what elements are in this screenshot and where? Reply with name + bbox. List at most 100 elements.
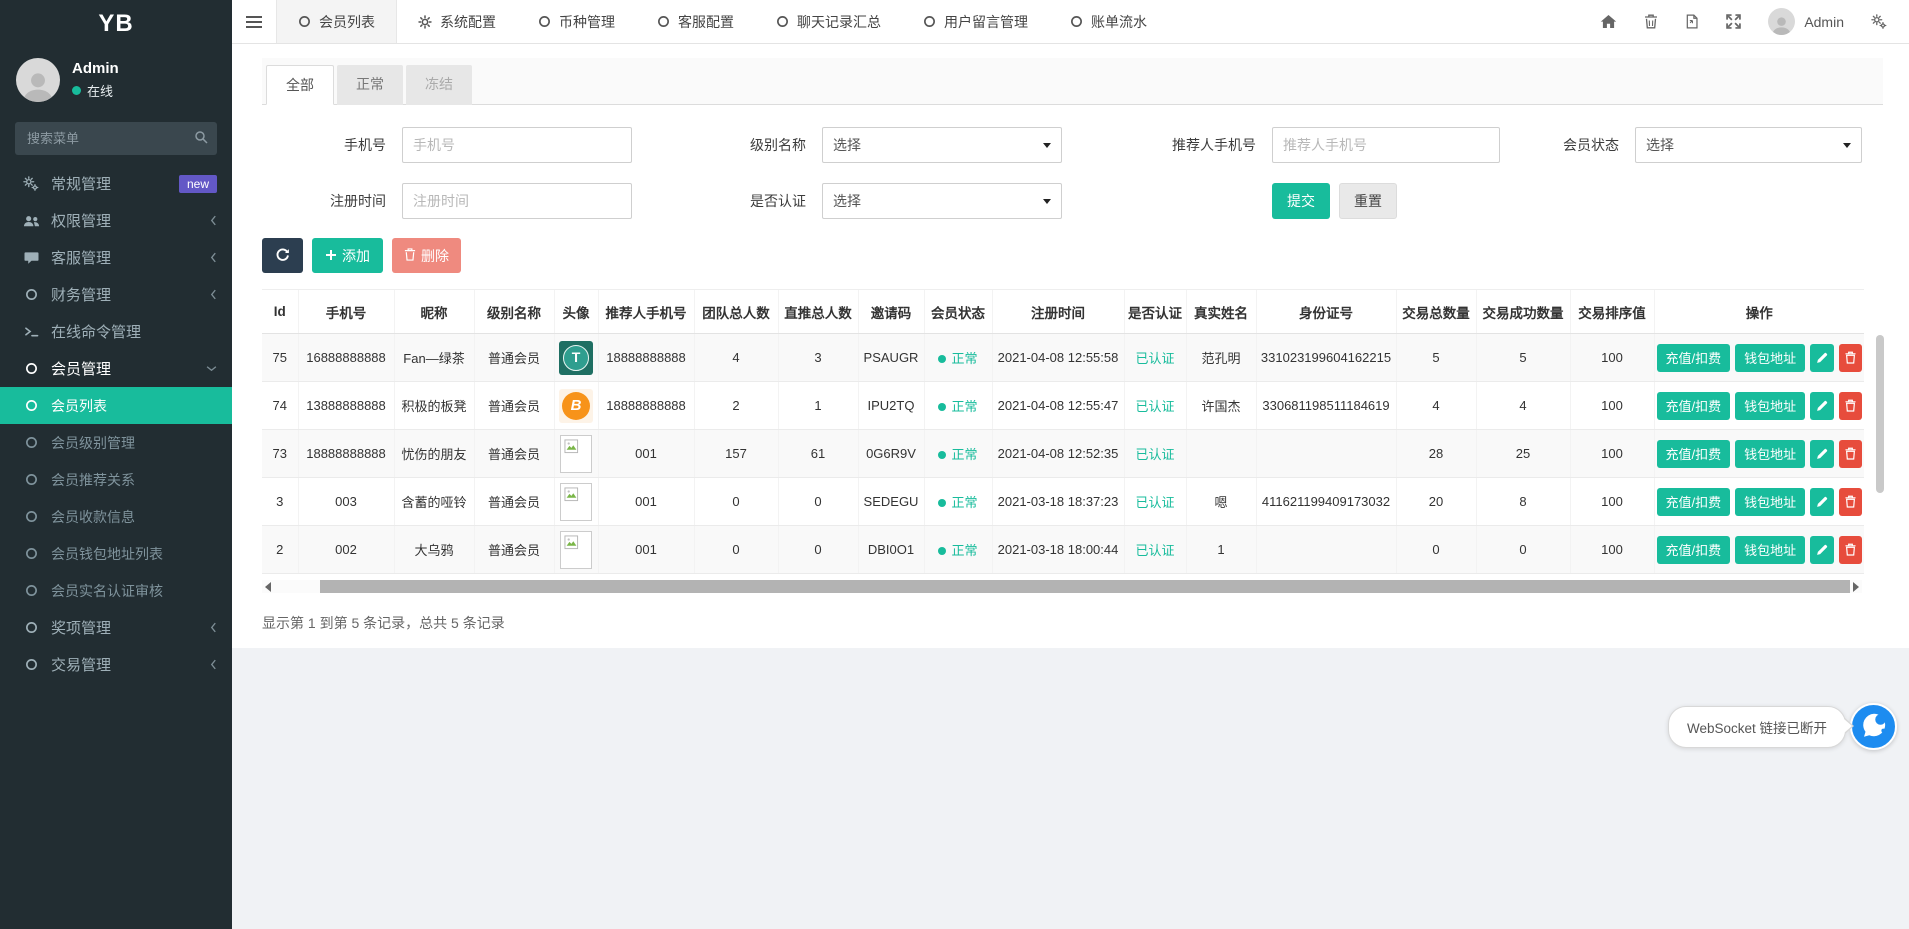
row-delete-button[interactable]: [1839, 392, 1862, 420]
trash-icon[interactable]: [1644, 14, 1658, 29]
navbar-user[interactable]: Admin: [1768, 8, 1844, 35]
sidebar-item-权限管理[interactable]: 权限管理: [0, 202, 232, 239]
recharge-deduct-button[interactable]: 充值/扣费: [1657, 536, 1731, 564]
col-nickname[interactable]: 昵称: [394, 290, 474, 334]
recharge-deduct-button[interactable]: 充值/扣费: [1657, 440, 1731, 468]
col-level[interactable]: 级别名称: [474, 290, 554, 334]
col-phone[interactable]: 手机号: [298, 290, 394, 334]
status-tab-冻结[interactable]: 冻结: [406, 65, 472, 105]
scroll-right-icon[interactable]: [1853, 582, 1859, 592]
edit-button[interactable]: [1810, 392, 1833, 420]
cell-reg_time: 2021-03-18 18:00:44: [992, 526, 1124, 574]
col-trade_sort[interactable]: 交易排序值: [1570, 290, 1654, 334]
sidebar-item-在线命令管理[interactable]: 在线命令管理: [0, 313, 232, 350]
col-verified[interactable]: 是否认证: [1124, 290, 1186, 334]
sidebar-item-交易管理[interactable]: 交易管理: [0, 646, 232, 683]
sidebar-subitem-会员推荐关系[interactable]: 会员推荐关系: [0, 461, 232, 498]
edit-button[interactable]: [1810, 536, 1833, 564]
row-delete-button[interactable]: [1839, 488, 1862, 516]
col-status[interactable]: 会员状态: [924, 290, 992, 334]
status-tab-全部[interactable]: 全部: [266, 65, 334, 105]
col-trade_ok[interactable]: 交易成功数量: [1476, 290, 1570, 334]
nav-tab-账单流水[interactable]: 账单流水: [1049, 0, 1168, 43]
sidebar-subitem-会员列表[interactable]: 会员列表: [0, 387, 232, 424]
col-id[interactable]: Id: [262, 290, 298, 334]
nav-tab-客服配置[interactable]: 客服配置: [636, 0, 755, 43]
cell-trade_total: 4: [1396, 382, 1476, 430]
sidebar-subitem-会员收款信息[interactable]: 会员收款信息: [0, 498, 232, 535]
chevron-left-icon: [210, 215, 217, 226]
nav-tab-会员列表[interactable]: 会员列表: [276, 0, 397, 43]
recharge-deduct-button[interactable]: 充值/扣费: [1657, 344, 1731, 372]
phone-input[interactable]: [402, 127, 632, 163]
scroll-left-icon[interactable]: [265, 582, 271, 592]
wallet-address-button[interactable]: 钱包地址: [1735, 344, 1805, 372]
recharge-deduct-button[interactable]: 充值/扣费: [1657, 488, 1731, 516]
sidebar-item-常规管理[interactable]: 常规管理new: [0, 165, 232, 202]
col-reg_time[interactable]: 注册时间: [992, 290, 1124, 334]
row-delete-button[interactable]: [1839, 344, 1862, 372]
verified-select[interactable]: 选择: [822, 183, 1062, 219]
sidebar-item-会员管理[interactable]: 会员管理: [0, 350, 232, 387]
horizontal-scrollbar[interactable]: [262, 580, 1862, 593]
wallet-address-button[interactable]: 钱包地址: [1735, 392, 1805, 420]
edit-button[interactable]: [1810, 488, 1833, 516]
col-id_card[interactable]: 身份证号: [1256, 290, 1396, 334]
col-avatar[interactable]: 头像: [554, 290, 598, 334]
col-trade_total[interactable]: 交易总数量: [1396, 290, 1476, 334]
row-delete-button[interactable]: [1839, 440, 1862, 468]
nav-tab-币种管理[interactable]: 币种管理: [517, 0, 636, 43]
sidebar-subitem-会员级别管理[interactable]: 会员级别管理: [0, 424, 232, 461]
add-button[interactable]: 添加: [312, 238, 383, 273]
col-invite[interactable]: 邀请码: [858, 290, 924, 334]
cell-nickname: Fan—绿茶: [394, 334, 474, 382]
nav-tab-系统配置[interactable]: 系统配置: [397, 0, 517, 43]
status-tab-正常[interactable]: 正常: [337, 65, 403, 105]
menu-search-input[interactable]: [15, 122, 217, 155]
wallet-address-button[interactable]: 钱包地址: [1735, 440, 1805, 468]
nav-tab-聊天记录汇总[interactable]: 聊天记录汇总: [755, 0, 902, 43]
circle-icon: [776, 15, 789, 28]
sidebar-subitem-会员钱包地址列表[interactable]: 会员钱包地址列表: [0, 535, 232, 572]
sidebar-subitem-会员实名认证审核[interactable]: 会员实名认证审核: [0, 572, 232, 609]
col-team[interactable]: 团队总人数: [694, 290, 778, 334]
col-direct[interactable]: 直推总人数: [778, 290, 858, 334]
cell-trade_total: 5: [1396, 334, 1476, 382]
sidebar-item-客服管理[interactable]: 客服管理: [0, 239, 232, 276]
submit-button[interactable]: 提交: [1272, 183, 1330, 219]
home-icon[interactable]: [1600, 14, 1617, 29]
sidebar-toggle-icon[interactable]: [232, 0, 276, 43]
cell-actions: 充值/扣费钱包地址: [1654, 526, 1864, 574]
chat-bubble-button[interactable]: [1850, 703, 1897, 750]
row-delete-button[interactable]: [1839, 536, 1862, 564]
edit-button[interactable]: [1810, 440, 1833, 468]
sidebar-item-财务管理[interactable]: 财务管理: [0, 276, 232, 313]
edit-button[interactable]: [1810, 344, 1833, 372]
level-select[interactable]: 选择: [822, 127, 1062, 163]
refresh-button[interactable]: [262, 238, 303, 273]
cell-avatar: [554, 526, 598, 574]
vertical-scrollbar[interactable]: [1876, 335, 1884, 493]
col-real_name[interactable]: 真实姓名: [1186, 290, 1256, 334]
member-status-select[interactable]: 选择: [1635, 127, 1862, 163]
cell-phone: 18888888888: [298, 430, 394, 478]
expand-icon[interactable]: [1726, 14, 1741, 29]
delete-button[interactable]: 删除: [392, 238, 461, 273]
referrer-input[interactable]: [1272, 127, 1500, 163]
regtime-input[interactable]: [402, 183, 632, 219]
col-referrer[interactable]: 推荐人手机号: [598, 290, 694, 334]
file-icon[interactable]: [1685, 14, 1699, 29]
scrollbar-thumb[interactable]: [320, 580, 1850, 593]
wallet-address-button[interactable]: 钱包地址: [1735, 488, 1805, 516]
col-actions[interactable]: 操作: [1654, 290, 1864, 334]
sidebar-item-奖项管理[interactable]: 奖项管理: [0, 609, 232, 646]
recharge-deduct-button[interactable]: 充值/扣费: [1657, 392, 1731, 420]
search-icon[interactable]: [194, 130, 208, 147]
cell-id_card: [1256, 526, 1396, 574]
wallet-address-button[interactable]: 钱包地址: [1735, 536, 1805, 564]
row-actions: 充值/扣费钱包地址: [1657, 344, 1863, 372]
nav-tab-用户留言管理[interactable]: 用户留言管理: [902, 0, 1049, 43]
gears-icon[interactable]: [1871, 14, 1887, 29]
reset-button[interactable]: 重置: [1339, 183, 1397, 219]
chat-icon: [1859, 710, 1889, 743]
